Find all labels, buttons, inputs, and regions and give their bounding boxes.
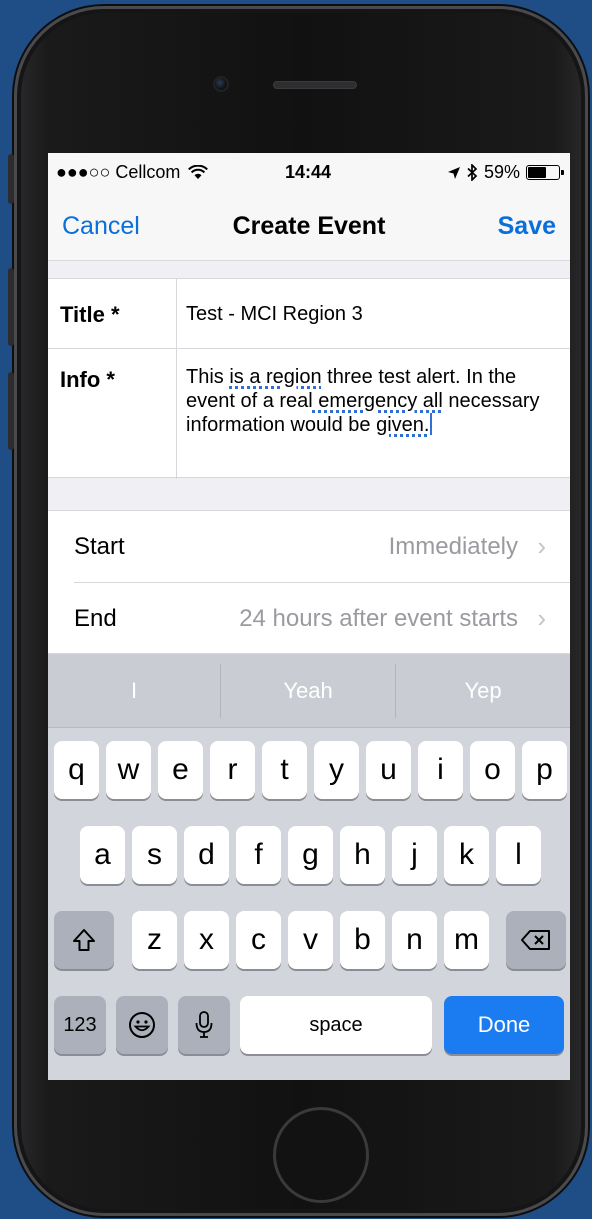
key-k[interactable]: k [444,826,489,884]
key-u[interactable]: u [366,741,411,799]
column-divider [176,279,177,479]
key-e[interactable]: e [158,741,203,799]
key-h[interactable]: h [340,826,385,884]
key-v[interactable]: v [288,911,333,969]
dictation-key[interactable] [178,996,230,1054]
emoji-key[interactable] [116,996,168,1054]
row-divider [48,348,570,349]
spellcheck-text: is a region [229,366,322,388]
text-cursor [430,413,433,435]
key-l[interactable]: l [496,826,541,884]
key-q[interactable]: q [54,741,99,799]
delete-key[interactable] [506,911,566,969]
start-value: Immediately [388,533,518,560]
schedule-list: Start Immediately › End 24 hours after e… [48,510,570,654]
title-field[interactable]: Test - MCI Region 3 [186,303,363,326]
key-f[interactable]: f [236,826,281,884]
location-arrow-icon [447,166,460,179]
end-row[interactable]: End 24 hours after event starts › [48,583,570,655]
key-o[interactable]: o [470,741,515,799]
home-button[interactable] [273,1107,369,1203]
key-i[interactable]: i [418,741,463,799]
volume-down-button [8,372,14,450]
key-c[interactable]: c [236,911,281,969]
done-key[interactable]: Done [444,996,564,1054]
shift-icon [73,929,95,951]
status-right: 59% [447,162,564,183]
numbers-key[interactable]: 123 [54,996,106,1054]
suggestion-2[interactable]: Yeah [221,654,395,728]
microphone-icon [195,1011,213,1038]
start-label: Start [74,533,125,560]
key-g[interactable]: g [288,826,333,884]
end-value: 24 hours after event starts [239,605,518,632]
spellcheck-text: given. [376,414,430,436]
key-m[interactable]: m [444,911,489,969]
key-y[interactable]: y [314,741,359,799]
chevron-right-icon: › [537,531,546,561]
earpiece-speaker [273,81,357,89]
chevron-right-icon: › [537,603,546,633]
volume-up-button [8,268,14,346]
end-label: End [74,605,117,632]
key-j[interactable]: j [392,826,437,884]
save-button[interactable]: Save [498,212,556,241]
wifi-icon [188,164,209,179]
status-time: 14:44 [285,162,332,182]
start-row[interactable]: Start Immediately › [48,511,570,583]
key-t[interactable]: t [262,741,307,799]
key-p[interactable]: p [522,741,567,799]
info-textarea[interactable]: This is a region three test alert. In th… [186,365,556,437]
bluetooth-icon [467,164,478,181]
key-s[interactable]: s [132,826,177,884]
status-bar: ●●●○○ Cellcom 14:44 59% [48,153,570,191]
key-w[interactable]: w [106,741,151,799]
key-x[interactable]: x [184,911,229,969]
cancel-button[interactable]: Cancel [62,212,140,241]
shift-key[interactable] [54,911,114,969]
info-label: Info * [60,367,115,392]
predictive-bar: I Yeah Yep [48,654,570,728]
suggestion-3[interactable]: Yep [396,654,570,728]
battery-percent: 59% [483,162,520,182]
key-r[interactable]: r [210,741,255,799]
front-camera [213,76,229,92]
suggestion-1[interactable]: I [48,654,220,728]
mute-switch [8,154,14,204]
key-n[interactable]: n [392,911,437,969]
spellcheck-text: emergency all [312,390,443,412]
keyboard: I Yeah Yep q w e r t y u i o p a s d f g… [48,654,570,1080]
info-text-part: This [186,366,230,388]
event-details-form: Title * Test - MCI Region 3 Info * This … [48,278,570,479]
key-z[interactable]: z [132,911,177,969]
phone-screen: ●●●○○ Cellcom 14:44 59% Cancel Create Ev… [48,153,570,1080]
key-b[interactable]: b [340,911,385,969]
space-key[interactable]: space [240,996,432,1054]
emoji-icon [129,1012,155,1038]
delete-icon [521,930,550,950]
key-d[interactable]: d [184,826,229,884]
key-a[interactable]: a [80,826,125,884]
navigation-bar: Cancel Create Event Save [48,191,570,261]
title-label: Title * [60,302,120,327]
battery-icon [526,165,564,180]
carrier-label: ●●●○○ Cellcom [56,162,209,183]
